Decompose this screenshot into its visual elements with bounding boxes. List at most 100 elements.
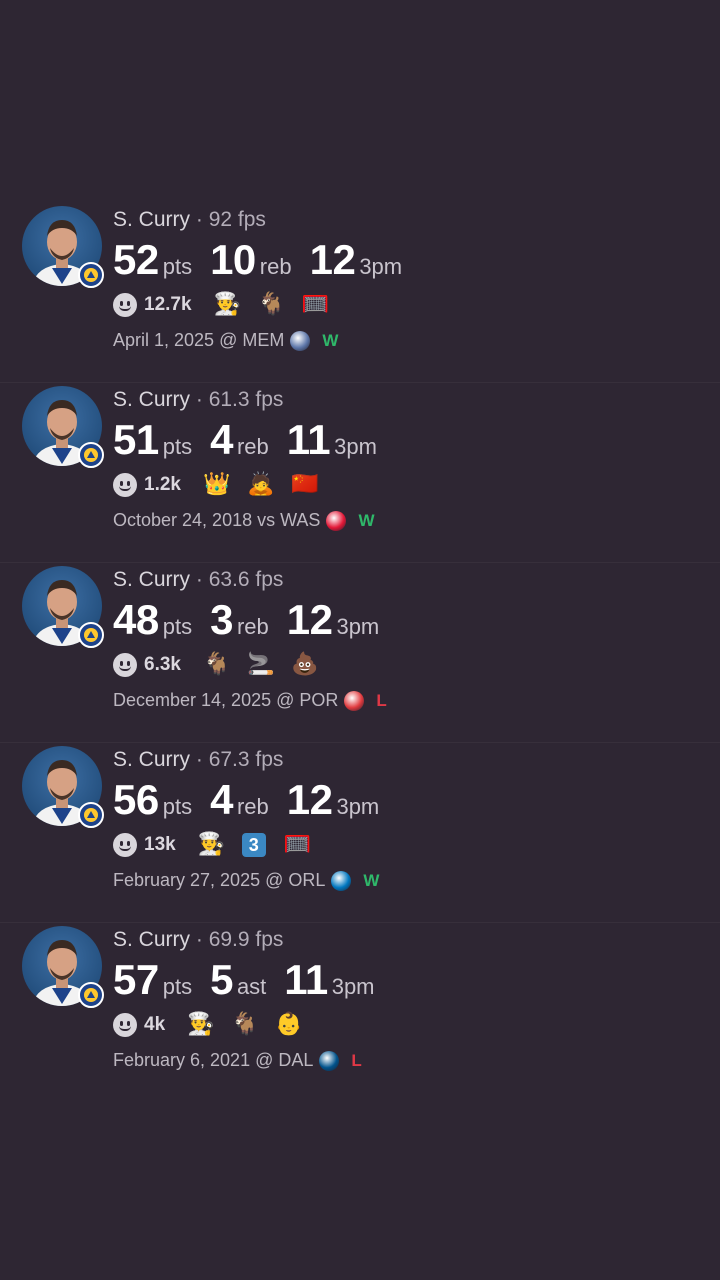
player-name-line[interactable]: S. Curry · 63.6 fps	[113, 568, 283, 592]
stat-3pm: 11 3pm	[287, 416, 377, 464]
stat-unit: pts	[162, 974, 193, 999]
separator: ·	[190, 568, 209, 591]
stat-pts: 57 pts	[113, 956, 192, 1004]
stat-unit: pts	[162, 794, 193, 819]
stat-unit: 3pm	[336, 614, 380, 639]
stat-unit: 3pm	[334, 434, 377, 459]
stat-value: 56	[113, 776, 159, 823]
player-name-line[interactable]: S. Curry · 67.3 fps	[113, 748, 283, 772]
game-info: April 1, 2025 @ MEM W	[113, 330, 338, 351]
warriors-logo-icon	[78, 442, 104, 468]
player-name[interactable]: S. Curry	[113, 208, 190, 231]
smiley-icon[interactable]	[113, 293, 137, 317]
stat-line: 56 pts 4 reb 12 3pm	[113, 776, 397, 824]
smoking-icon[interactable]: 🚬	[247, 652, 274, 678]
goat-icon[interactable]: 🐐	[231, 1012, 258, 1038]
stat-pts: 48 pts	[113, 596, 192, 644]
game-result: W	[358, 510, 375, 530]
game-card[interactable]: S. Curry · 63.6 fps 48 pts 3 reb 12 3pm 6.3k …	[0, 563, 720, 743]
reactions-row: 13k 👨‍🍳 3 🥅	[113, 831, 328, 859]
game-date-opponent: October 24, 2018 vs WAS	[113, 510, 321, 530]
stat-unit: reb	[236, 794, 269, 819]
player-name[interactable]: S. Curry	[113, 568, 190, 591]
reaction-count: 1.2k	[144, 474, 181, 495]
reactions-row: 12.7k 👨‍🍳 🐐 🥅	[113, 291, 346, 319]
game-date-opponent: February 27, 2025 @ ORL	[113, 870, 326, 890]
stat-unit: 3pm	[359, 254, 403, 279]
stat-ast: 5 ast	[210, 956, 266, 1004]
player-name-line[interactable]: S. Curry · 92 fps	[113, 208, 266, 232]
game-date-opponent: December 14, 2025 @ POR	[113, 690, 339, 710]
keycap-three-icon[interactable]: 3	[241, 833, 266, 857]
warriors-logo-icon	[78, 622, 104, 648]
basketball-hoop-icon[interactable]: 🥅	[302, 292, 329, 318]
china-flag-icon[interactable]: 🇨🇳	[291, 472, 318, 498]
player-name[interactable]: S. Curry	[113, 928, 190, 951]
stat-3pm: 12 3pm	[287, 596, 380, 644]
grizzlies-logo-icon	[290, 330, 311, 351]
magic-logo-icon	[331, 870, 352, 891]
chef-icon[interactable]: 👨‍🍳	[187, 1012, 214, 1038]
person-bowing-icon[interactable]: 🙇	[247, 472, 274, 498]
player-name[interactable]: S. Curry	[113, 748, 190, 771]
game-card[interactable]: S. Curry · 61.3 fps 51 pts 4 reb 11 3pm 1.2k …	[0, 383, 720, 563]
chef-icon[interactable]: 👨‍🍳	[198, 832, 225, 858]
stat-value: 57	[113, 956, 159, 1003]
smiley-icon[interactable]	[113, 473, 137, 497]
game-card[interactable]: S. Curry · 67.3 fps 56 pts 4 reb 12 3pm 13k 👨…	[0, 743, 720, 923]
stat-line: 48 pts 3 reb 12 3pm	[113, 596, 397, 644]
goat-icon[interactable]: 🐐	[203, 652, 230, 678]
stat-pts: 52 pts	[113, 236, 192, 284]
reactions-row: 6.3k 🐐 🚬 💩	[113, 651, 335, 679]
smiley-icon[interactable]	[113, 653, 137, 677]
player-name-line[interactable]: S. Curry · 61.3 fps	[113, 388, 283, 412]
player-name-line[interactable]: S. Curry · 69.9 fps	[113, 928, 283, 952]
separator: ·	[190, 388, 209, 411]
game-date-opponent: April 1, 2025 @ MEM	[113, 330, 285, 350]
stat-pts: 56 pts	[113, 776, 192, 824]
stat-unit: ast	[236, 974, 267, 999]
smiley-icon[interactable]	[113, 833, 137, 857]
smiley-icon[interactable]	[113, 1013, 137, 1037]
separator: ·	[190, 928, 209, 951]
stat-value: 52	[113, 236, 159, 283]
game-info: February 6, 2021 @ DAL L	[113, 1050, 362, 1071]
poop-icon[interactable]: 💩	[291, 652, 318, 678]
chef-icon[interactable]: 👨‍🍳	[214, 292, 241, 318]
stat-pts: 51 pts	[113, 416, 192, 464]
stat-value: 48	[113, 596, 159, 643]
player-name[interactable]: S. Curry	[113, 388, 190, 411]
stat-value: 12	[286, 596, 333, 643]
stat-value: 5	[210, 956, 233, 1003]
crown-icon[interactable]: 👑	[203, 472, 230, 498]
blazers-logo-icon	[344, 690, 365, 711]
reaction-count: 12.7k	[144, 294, 192, 315]
mavericks-logo-icon	[319, 1050, 340, 1071]
game-result: L	[351, 1050, 362, 1070]
stat-line: 57 pts 5 ast 11 3pm	[113, 956, 393, 1004]
stat-line: 52 pts 10 reb 12 3pm	[113, 236, 420, 284]
stat-reb: 4 reb	[210, 416, 269, 464]
game-card[interactable]: S. Curry · 69.9 fps 57 pts 5 ast 11 3pm 4k 👨‍…	[0, 923, 720, 1103]
game-result: L	[376, 690, 387, 710]
fps-value: 67.3 fps	[208, 748, 284, 771]
stat-value: 12	[286, 776, 333, 823]
reaction-count: 4k	[144, 1014, 166, 1035]
game-info: December 14, 2025 @ POR L	[113, 690, 387, 711]
separator: ·	[190, 208, 209, 231]
basketball-hoop-icon[interactable]: 🥅	[284, 832, 311, 858]
goat-icon[interactable]: 🐐	[258, 292, 285, 318]
stat-unit: reb	[236, 434, 269, 459]
stat-unit: pts	[162, 254, 193, 279]
stat-unit: pts	[162, 614, 193, 639]
baby-icon[interactable]: 👶	[275, 1012, 302, 1038]
stat-unit: 3pm	[331, 974, 375, 999]
game-result: W	[363, 870, 380, 890]
stat-value: 11	[286, 416, 331, 463]
warriors-logo-icon	[78, 982, 104, 1008]
stat-unit: reb	[259, 254, 292, 279]
separator: ·	[190, 748, 209, 771]
stat-3pm: 12 3pm	[310, 236, 403, 284]
game-card[interactable]: S. Curry · 92 fps 52 pts 10 reb 12 3pm 12.7k …	[0, 203, 720, 383]
wizards-logo-icon	[326, 510, 347, 531]
